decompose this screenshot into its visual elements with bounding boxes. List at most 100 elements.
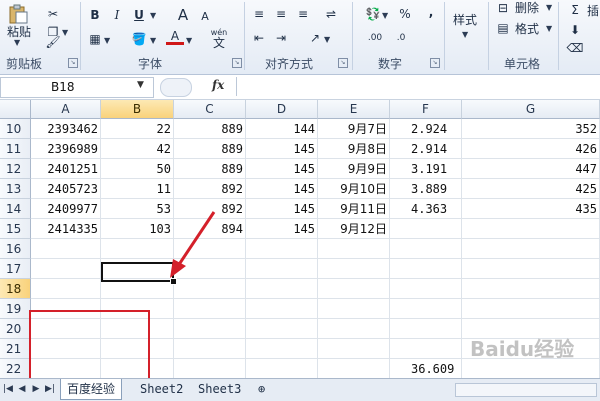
formula-input[interactable]: [236, 77, 600, 96]
cell-d10[interactable]: 144: [246, 119, 318, 139]
row-header-20[interactable]: 20: [0, 319, 31, 339]
cell-a15[interactable]: 2414335: [31, 219, 101, 239]
format-painter-icon[interactable]: 🖌: [44, 34, 62, 50]
phonetic-guide-button[interactable]: 文: [208, 35, 230, 50]
clear-icon[interactable]: ⌫: [566, 40, 584, 56]
cell-e10[interactable]: 9月7日: [318, 119, 390, 139]
cell-a11[interactable]: 2396989: [31, 139, 101, 159]
align-top-left-icon[interactable]: ≡: [250, 6, 268, 22]
row-header-14[interactable]: 14: [0, 199, 31, 219]
select-all-corner[interactable]: [0, 100, 31, 119]
cell-g13[interactable]: 425: [462, 179, 600, 199]
delete-cells-icon[interactable]: ⊟: [494, 0, 512, 16]
cell-c12[interactable]: 889: [174, 159, 246, 179]
styles-button[interactable]: 样式: [448, 10, 482, 28]
cell-g14[interactable]: 435: [462, 199, 600, 219]
clipboard-launcher-icon[interactable]: ↘: [68, 58, 78, 68]
column-header-e[interactable]: E: [318, 100, 390, 119]
horizontal-scrollbar[interactable]: [455, 383, 597, 397]
currency-icon[interactable]: 💱: [364, 6, 382, 22]
alignment-launcher-icon[interactable]: ↘: [338, 58, 348, 68]
cell-d13[interactable]: 145: [246, 179, 318, 199]
sheet-tab-sheet2[interactable]: Sheet2: [134, 379, 189, 399]
format-dropdown-icon[interactable]: ▼: [546, 24, 552, 33]
last-sheet-icon[interactable]: ▶|: [44, 383, 56, 395]
sheet-tab-sheet3[interactable]: Sheet3: [192, 379, 247, 399]
row-header-19[interactable]: 19: [0, 299, 31, 319]
increase-decimal-button[interactable]: .00: [364, 30, 386, 46]
fill-icon[interactable]: ⬇: [566, 22, 584, 38]
cell-e13[interactable]: 9月10日: [318, 179, 390, 199]
styles-dropdown-icon[interactable]: ▼: [462, 30, 468, 39]
row-header-18[interactable]: 18: [0, 279, 31, 299]
cell-b12[interactable]: 50: [101, 159, 174, 179]
column-header-g[interactable]: G: [462, 100, 600, 119]
decrease-indent-icon[interactable]: ⇤: [250, 30, 268, 46]
cell-a10[interactable]: 2393462: [31, 119, 101, 139]
underline-dropdown-icon[interactable]: ▼: [150, 11, 156, 20]
row-header-11[interactable]: 11: [0, 139, 31, 159]
cell-d11[interactable]: 145: [246, 139, 318, 159]
next-sheet-icon[interactable]: ▶: [30, 383, 42, 395]
cell-a13[interactable]: 2405723: [31, 179, 101, 199]
font-color-button[interactable]: A: [166, 29, 184, 45]
cell-g10[interactable]: 352: [462, 119, 600, 139]
currency-dropdown-icon[interactable]: ▼: [382, 11, 388, 20]
shrink-font-button[interactable]: A: [196, 8, 214, 24]
paste-button[interactable]: 粘贴: [4, 24, 34, 39]
column-header-a[interactable]: A: [31, 100, 101, 119]
delete-dropdown-icon[interactable]: ▼: [546, 3, 552, 12]
prev-sheet-icon[interactable]: ◀: [16, 383, 28, 395]
cell-a12[interactable]: 2401251: [31, 159, 101, 179]
column-header-c[interactable]: C: [174, 100, 246, 119]
delete-cells-button[interactable]: 删除: [512, 0, 542, 15]
cell-c10[interactable]: 889: [174, 119, 246, 139]
cell-d12[interactable]: 145: [246, 159, 318, 179]
row-header-15[interactable]: 15: [0, 219, 31, 239]
sheet-tab-baidu[interactable]: 百度经验: [60, 379, 123, 400]
name-box[interactable]: B18 ▼: [0, 77, 154, 98]
align-right-icon[interactable]: ≡: [294, 6, 312, 22]
formula-bar-splitter[interactable]: [160, 78, 192, 97]
align-center-icon[interactable]: ≡: [272, 6, 290, 22]
column-header-f[interactable]: F: [390, 100, 462, 119]
cell-b13[interactable]: 11: [101, 179, 174, 199]
autosum-icon[interactable]: Σ: [566, 2, 584, 18]
cell-e11[interactable]: 9月8日: [318, 139, 390, 159]
cell-b11[interactable]: 42: [101, 139, 174, 159]
orientation-icon[interactable]: ↗: [306, 30, 324, 46]
cell-a14[interactable]: 2409977: [31, 199, 101, 219]
row-header-12[interactable]: 12: [0, 159, 31, 179]
row-header-17[interactable]: 17: [0, 259, 31, 279]
row-header-22[interactable]: 22: [0, 359, 31, 379]
fill-color-dropdown-icon[interactable]: ▼: [150, 36, 156, 45]
cell-g11[interactable]: 426: [462, 139, 600, 159]
number-launcher-icon[interactable]: ↘: [430, 58, 440, 68]
font-color-dropdown-icon[interactable]: ▼: [186, 36, 192, 45]
borders-dropdown-icon[interactable]: ▼: [104, 36, 110, 45]
name-box-dropdown-icon[interactable]: ▼: [137, 80, 144, 90]
insert-function-button[interactable]: fx: [212, 78, 224, 92]
cell-e14[interactable]: 9月11日: [318, 199, 390, 219]
column-header-d[interactable]: D: [246, 100, 318, 119]
italic-button[interactable]: I: [108, 7, 126, 23]
first-sheet-icon[interactable]: |◀: [2, 383, 14, 395]
format-cells-icon[interactable]: ▤: [494, 20, 512, 36]
cell-c13[interactable]: 892: [174, 179, 246, 199]
format-cells-button[interactable]: 格式: [512, 20, 542, 36]
cell-e12[interactable]: 9月9日: [318, 159, 390, 179]
cell-e15[interactable]: 9月12日: [318, 219, 390, 239]
row-header-21[interactable]: 21: [0, 339, 31, 359]
comma-style-button[interactable]: ,: [422, 4, 440, 20]
cell-c11[interactable]: 889: [174, 139, 246, 159]
row-header-16[interactable]: 16: [0, 239, 31, 259]
cell-g12[interactable]: 447: [462, 159, 600, 179]
increase-indent-icon[interactable]: ⇥: [272, 30, 290, 46]
row-header-13[interactable]: 13: [0, 179, 31, 199]
insert-sheet-icon[interactable]: ⊕: [252, 379, 271, 399]
insert-button-partial[interactable]: 插: [586, 2, 600, 18]
cell-d14[interactable]: 145: [246, 199, 318, 219]
underline-button[interactable]: U: [130, 7, 148, 23]
paste-icon[interactable]: [6, 4, 30, 24]
copy-dropdown-icon[interactable]: ▼: [62, 28, 68, 37]
